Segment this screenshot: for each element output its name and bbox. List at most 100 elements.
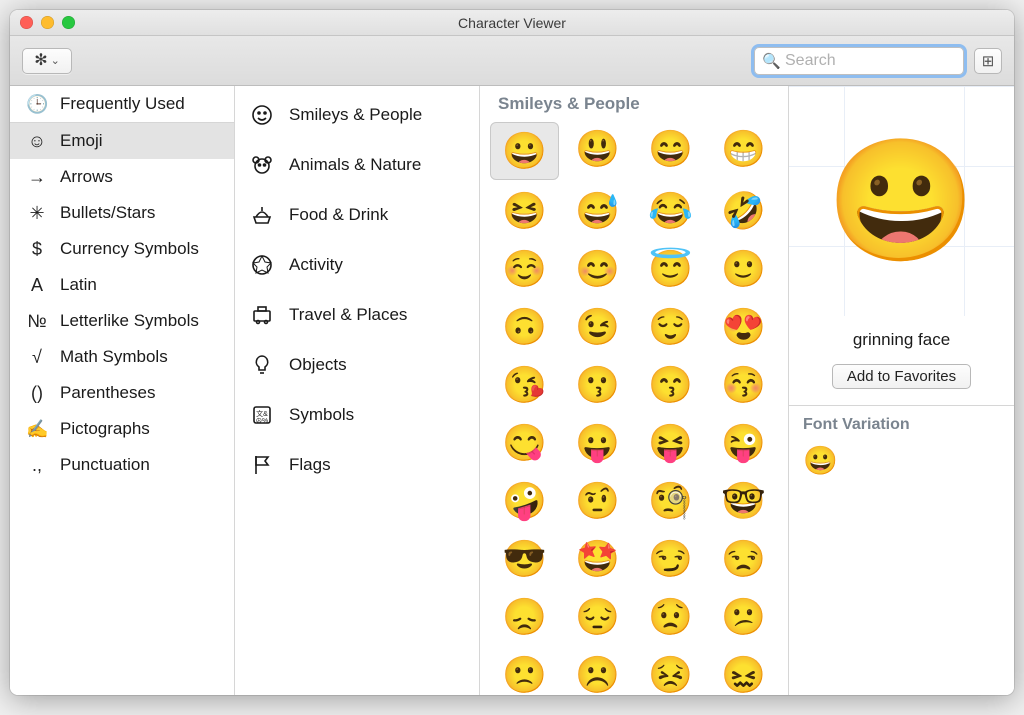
sidebar-left: 🕒Frequently Used ☺ Emoji →Arrows✳Bullets/St… [10, 86, 235, 695]
content: 🕒Frequently Used ☺ Emoji →Arrows✳Bullets/St… [10, 86, 1014, 695]
emoji-cell[interactable]: 🤣 [707, 182, 780, 240]
emoji-cell[interactable]: 😙 [634, 356, 707, 414]
sidebar-item-pictographs[interactable]: ✍Pictographs [10, 411, 234, 447]
svg-text:☮%: ☮% [256, 417, 269, 425]
category-item-label: Smileys & People [289, 105, 422, 125]
emoji-cell[interactable]: 😝 [634, 414, 707, 472]
sidebar-item-icon: ☺ [26, 131, 48, 152]
category-item-label: Objects [289, 355, 347, 375]
emoji-cell[interactable]: 🤓 [707, 472, 780, 530]
sidebar-item-arrows[interactable]: →Arrows [10, 159, 234, 195]
emoji-cell[interactable]: 😅 [561, 182, 634, 240]
search-icon: 🔍 [762, 52, 781, 70]
emoji-cell[interactable]: ☹️ [561, 646, 634, 695]
sidebar-item-label: Emoji [60, 131, 103, 151]
category-item-travel[interactable]: Travel & Places [235, 290, 479, 340]
emoji-cell[interactable]: 😋 [488, 414, 561, 472]
flags-icon [249, 452, 275, 478]
activity-icon [249, 252, 275, 278]
emoji-cell[interactable]: 😘 [488, 356, 561, 414]
sidebar-item-icon: № [26, 311, 48, 332]
emoji-cell[interactable]: 😍 [707, 298, 780, 356]
sidebar-item-punctuation[interactable]: .,Punctuation [10, 447, 234, 483]
sidebar-item-parentheses[interactable]: ()Parentheses [10, 375, 234, 411]
emoji-cell[interactable]: 😗 [561, 356, 634, 414]
emoji-cell[interactable]: 😞 [488, 588, 561, 646]
chevron-down-icon: ⌄ [51, 54, 60, 67]
emoji-cell[interactable]: 🤨 [561, 472, 634, 530]
sidebar-item-label: Punctuation [60, 455, 150, 475]
emoji-cell[interactable]: 😊 [561, 240, 634, 298]
category-item-label: Flags [289, 455, 331, 475]
emoji-cell[interactable]: 😇 [634, 240, 707, 298]
emoji-cell[interactable]: 😃 [561, 120, 634, 178]
sidebar-item-frequently-used[interactable]: 🕒Frequently Used [10, 86, 234, 122]
emoji-cell[interactable]: 🧐 [634, 472, 707, 530]
sidebar-item-emoji[interactable]: ☺ Emoji [10, 123, 234, 159]
category-item-label: Animals & Nature [289, 155, 421, 175]
category-item-label: Travel & Places [289, 305, 407, 325]
emoji-cell[interactable]: 😉 [561, 298, 634, 356]
emoji-cell[interactable]: 😀 [490, 122, 559, 180]
sidebar-item-bullets-stars[interactable]: ✳Bullets/Stars [10, 195, 234, 231]
emoji-cell[interactable]: 😄 [634, 120, 707, 178]
category-item-label: Food & Drink [289, 205, 388, 225]
emoji-cell[interactable]: 😚 [707, 356, 780, 414]
close-button[interactable] [20, 16, 33, 29]
font-variation-emoji[interactable]: 😀 [789, 440, 1014, 481]
animals-icon [249, 152, 275, 178]
sidebar-item-math-symbols[interactable]: √ Math Symbols [10, 339, 234, 375]
sidebar-item-label: Bullets/Stars [60, 203, 155, 223]
category-item-objects[interactable]: Objects [235, 340, 479, 390]
preview-emoji: 😀 [827, 141, 976, 261]
toolbar: ✻ ⌄ 🔍 ⊞ [10, 36, 1014, 86]
sidebar-item-icon: √ [26, 347, 48, 368]
compact-view-button[interactable]: ⊞ [974, 48, 1002, 74]
emoji-cell[interactable]: 😂 [634, 182, 707, 240]
add-to-favorites-button[interactable]: Add to Favorites [832, 364, 971, 389]
category-item-flags[interactable]: Flags [235, 440, 479, 490]
emoji-cell[interactable]: 😏 [634, 530, 707, 588]
gear-dropdown[interactable]: ✻ ⌄ [22, 48, 72, 74]
emoji-cell[interactable]: 😛 [561, 414, 634, 472]
emoji-cell[interactable]: 😁 [707, 120, 780, 178]
emoji-cell[interactable]: 😎 [488, 530, 561, 588]
minimize-button[interactable] [41, 16, 54, 29]
sidebar-item-label: Currency Symbols [60, 239, 199, 259]
emoji-cell[interactable]: 🤩 [561, 530, 634, 588]
category-item-activity[interactable]: Activity [235, 240, 479, 290]
smileys-icon [249, 102, 275, 128]
sidebar-item-label: Math Symbols [60, 347, 168, 367]
emoji-cell[interactable]: 😕 [707, 588, 780, 646]
titlebar: Character Viewer [10, 10, 1014, 36]
detail-pane: 😀 grinning face Add to Favorites Font Va… [789, 86, 1014, 695]
sidebar-item-icon: ✍ [26, 419, 48, 440]
sidebar-item-latin[interactable]: ALatin [10, 267, 234, 303]
emoji-cell[interactable]: 🙃 [488, 298, 561, 356]
category-item-symbols[interactable]: ⽂&☮%Symbols [235, 390, 479, 440]
category-item-animals[interactable]: Animals & Nature [235, 140, 479, 190]
emoji-cell[interactable]: 😟 [634, 588, 707, 646]
emoji-cell[interactable]: 😆 [488, 182, 561, 240]
maximize-button[interactable] [62, 16, 75, 29]
sidebar-item-icon: 🕒 [26, 94, 48, 115]
sidebar-item-currency-symbols[interactable]: $Currency Symbols [10, 231, 234, 267]
category-item-smileys[interactable]: Smileys & People [235, 90, 479, 140]
emoji-cell[interactable]: 🙂 [707, 240, 780, 298]
category-item-food[interactable]: Food & Drink [235, 190, 479, 240]
emoji-cell[interactable]: 😣 [634, 646, 707, 695]
window: Character Viewer ✻ ⌄ 🔍 ⊞ 🕒Frequently Use… [10, 10, 1014, 695]
emoji-grid[interactable]: 😀😃😄😁 😆😅😂🤣 ☺️😊😇🙂 🙃😉😌😍 😘😗😙😚 😋😛😝😜 🤪🤨🧐🤓 😎🤩😏😒 😞😔😟😕 🙁☹️… [480, 120, 788, 695]
grid-header: Smileys & People [480, 86, 788, 120]
emoji-cell[interactable]: 🙁 [488, 646, 561, 695]
emoji-cell[interactable]: 😖 [707, 646, 780, 695]
emoji-cell[interactable]: 🤪 [488, 472, 561, 530]
sidebar-item-letterlike-symbols[interactable]: №Letterlike Symbols [10, 303, 234, 339]
emoji-cell[interactable]: 😔 [561, 588, 634, 646]
search-input[interactable] [754, 47, 964, 75]
emoji-cell[interactable]: 😜 [707, 414, 780, 472]
emoji-cell[interactable]: ☺️ [488, 240, 561, 298]
character-name: grinning face [789, 330, 1014, 350]
emoji-cell[interactable]: 😒 [707, 530, 780, 588]
emoji-cell[interactable]: 😌 [634, 298, 707, 356]
